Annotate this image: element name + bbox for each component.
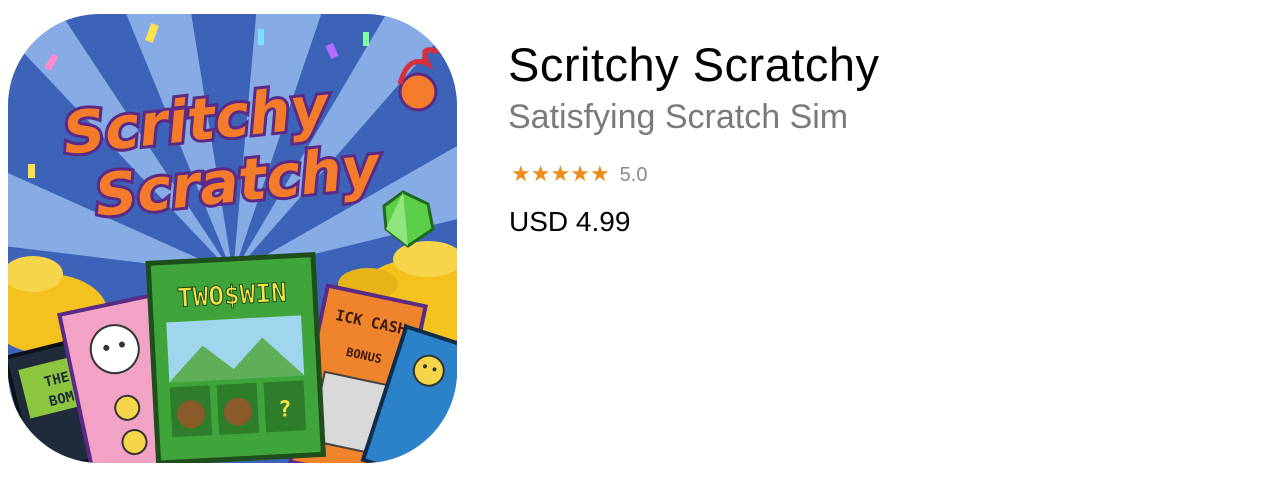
app-subtitle: Satisfying Scratch Sim — [508, 98, 849, 136]
rating-row: ★ ★ ★ ★ ★ 5.0 — [511, 162, 647, 188]
app-title: Scritchy Scratchy — [508, 38, 880, 91]
card-two-win-text: TWO$WIN — [176, 278, 287, 314]
app-icon[interactable]: THE BOM ICK CASH BONUS TWO$WIN ? Scritch… — [8, 14, 457, 463]
price-label[interactable]: USD 4.99 — [509, 206, 630, 238]
star-icon: ★ — [570, 162, 590, 187]
star-icon: ★ — [550, 162, 571, 187]
svg-text:?: ? — [278, 397, 293, 423]
star-icon: ★ — [589, 162, 610, 187]
star-icon: ★ — [511, 162, 531, 187]
card-two-win: TWO$WIN ? — [145, 252, 327, 463]
app-icon-artwork: THE BOM ICK CASH BONUS TWO$WIN ? Scritch… — [8, 14, 457, 463]
star-icon: ★ — [530, 162, 551, 187]
rating-stars: ★ ★ ★ ★ ★ — [511, 164, 610, 186]
rating-value: 5.0 — [619, 163, 648, 186]
